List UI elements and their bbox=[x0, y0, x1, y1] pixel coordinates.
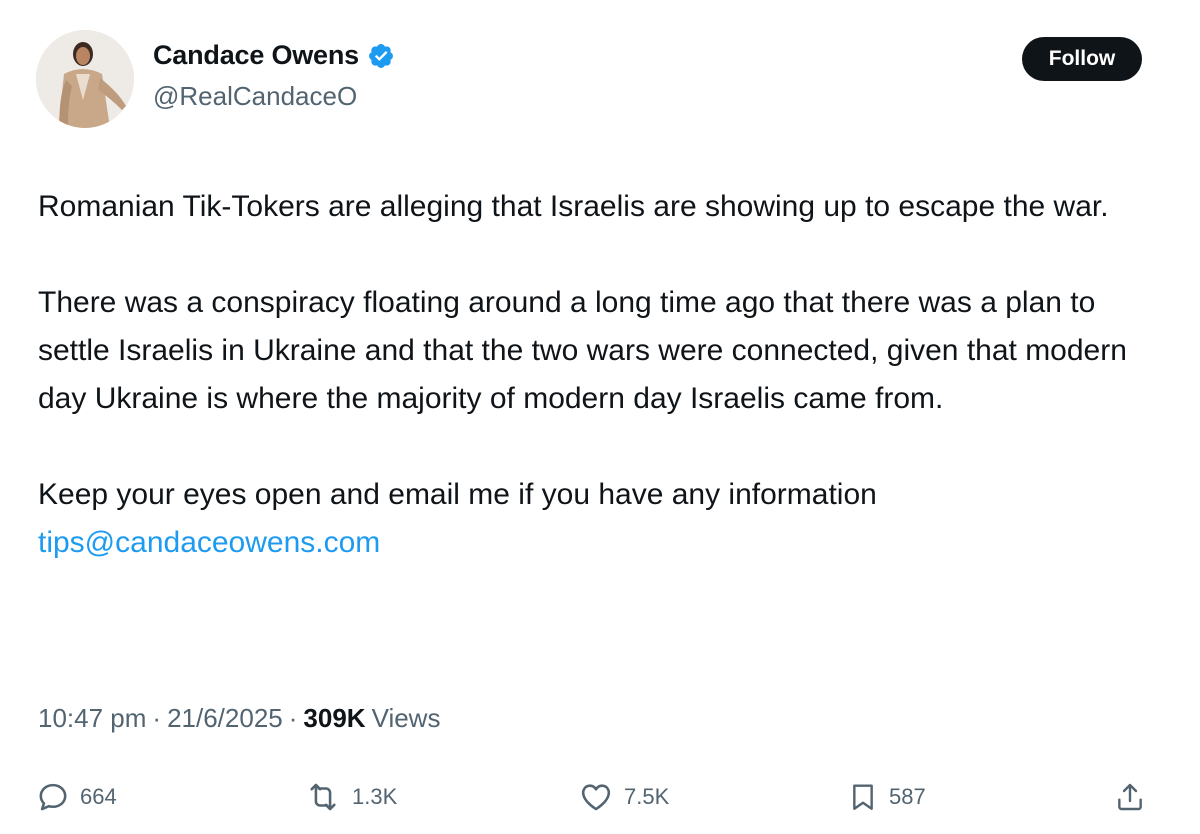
author-handle[interactable]: @RealCandaceO bbox=[153, 81, 357, 112]
reply-icon bbox=[36, 780, 70, 814]
like-button[interactable]: 7.5K bbox=[578, 772, 669, 822]
repost-count: 1.3K bbox=[352, 784, 398, 809]
tweet-text: Romanian Tik-Tokers are alleging that Is… bbox=[38, 183, 1168, 567]
follow-button[interactable]: Follow bbox=[1022, 37, 1142, 81]
share-button[interactable] bbox=[1114, 772, 1146, 822]
avatar-photo bbox=[36, 30, 134, 128]
views-count: 309K bbox=[303, 703, 366, 733]
bookmark-button[interactable]: 587 bbox=[847, 772, 926, 822]
tweet-time[interactable]: 10:47 pm bbox=[38, 703, 146, 734]
author-name-row: Candace Owens bbox=[153, 40, 395, 71]
tweet-date[interactable]: 21/6/2025 bbox=[167, 703, 283, 734]
tweet-meta: 10:47 pm · 21/6/2025 · 309K Views bbox=[38, 703, 440, 734]
views-label: Views bbox=[371, 703, 441, 733]
verified-badge-icon bbox=[367, 42, 395, 70]
meta-separator: · bbox=[288, 703, 298, 733]
tweet-actions: 664 1.3K 7.5K 587 bbox=[0, 772, 1200, 822]
share-icon bbox=[1114, 779, 1146, 815]
bookmark-count: 587 bbox=[889, 784, 926, 809]
repost-icon bbox=[304, 780, 342, 814]
bookmark-icon bbox=[847, 779, 879, 815]
tweet-paragraph: There was a conspiracy floating around a… bbox=[38, 286, 1127, 415]
avatar[interactable] bbox=[36, 30, 134, 128]
author-display-name[interactable]: Candace Owens bbox=[153, 40, 359, 71]
reply-count: 664 bbox=[80, 784, 117, 809]
like-count: 7.5K bbox=[624, 784, 670, 809]
heart-icon bbox=[578, 780, 614, 814]
tweet-paragraph: Keep your eyes open and email me if you … bbox=[38, 471, 1168, 567]
reply-button[interactable]: 664 bbox=[36, 772, 117, 822]
email-link[interactable]: tips@candaceowens.com bbox=[38, 526, 380, 559]
tweet-paragraph-text: Keep your eyes open and email me if you … bbox=[38, 478, 877, 511]
tweet-card: Candace Owens @RealCandaceO Follow Roman… bbox=[0, 0, 1200, 834]
repost-button[interactable]: 1.3K bbox=[304, 772, 397, 822]
tweet-paragraph: Romanian Tik-Tokers are alleging that Is… bbox=[38, 190, 1109, 223]
meta-separator: · bbox=[152, 703, 162, 733]
